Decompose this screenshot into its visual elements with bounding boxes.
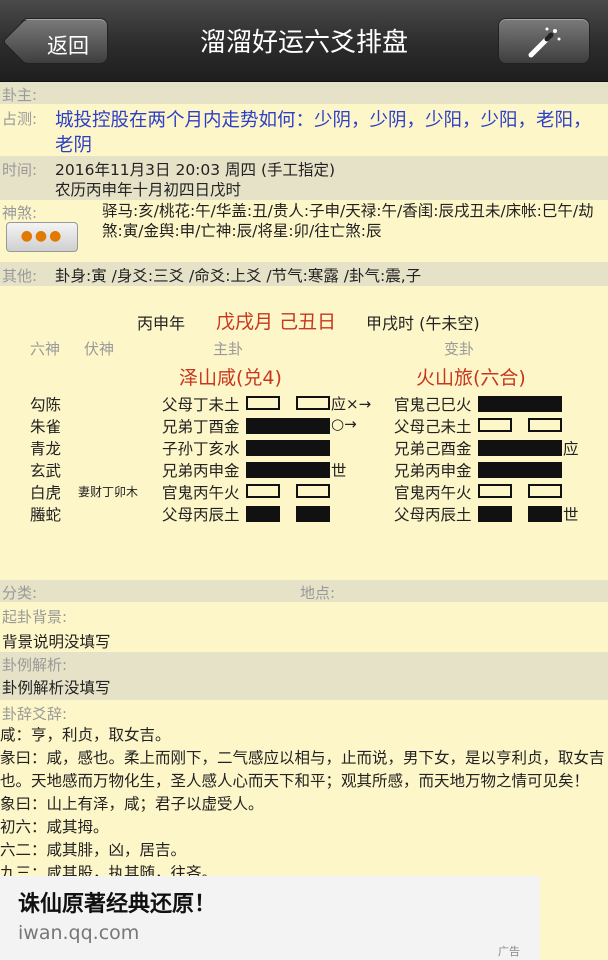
liushen-cell: 青龙 [30,440,62,458]
change-yao-label: 兄弟丙申金 [394,462,472,480]
jiexi-label: 卦例解析: [2,656,68,674]
lunar-value: 农历丙申年十月初四日戊时 [55,181,242,199]
question-text: 城投控股在两个月内走势如何：少阴，少阴，少阳，少阳，老阳，老阴 [55,110,592,156]
change-yao-label: 父母己未土 [394,418,472,436]
col-main: 主卦 [213,340,244,358]
beijing-label: 起卦背景: [2,608,68,626]
main-yao-label: 官鬼丙午火 [162,484,240,502]
col-change: 变卦 [444,340,475,358]
ad-title: 诛仙原著经典还原！ [18,892,217,917]
main-line-yang [246,440,330,456]
main-yao-mark: 世 [331,462,347,480]
main-yao-mark: 应×→ [331,395,372,413]
top-bar: 返回 溜溜好运六爻排盘 [0,0,608,82]
change-line-yin-open [478,418,512,432]
gua-zhu-row: 卦主: [0,82,608,104]
change-line-yang [478,462,562,478]
change-line-yang [478,396,562,412]
main-line-yin-open [246,484,280,498]
didian-label: 地点: [300,584,336,602]
year-pillar: 丙申年 [137,314,186,333]
main-line-yin-open [296,396,330,410]
liushen-cell: 勾陈 [30,396,62,414]
guaci-line: 彖曰：咸，感也。柔上而刚下，二气感应以相与，止而说，男下女，是以亨利贞，取女吉也… [0,749,605,790]
magic-wand-icon [528,27,561,58]
change-yao-label: 官鬼己巳火 [394,396,472,414]
jiexi-value: 卦例解析没填写 [2,679,111,697]
more-button[interactable]: ●●● [6,222,78,252]
main-yao-label: 兄弟丙申金 [162,462,240,480]
other-row: 其他: 卦身:寅 /身爻:三爻 /命爻:上爻 /节气:寒露 /卦气:震,子 [0,262,608,286]
ad-tag-text: 广告 [498,945,520,958]
change-line-yin-open [528,484,562,498]
main-yao-label: 兄弟丁酉金 [162,418,240,436]
guaci-label: 卦辞爻辞: [2,705,68,723]
beijing-label-row: 起卦背景: [0,604,608,626]
liushen-cell: 朱雀 [30,418,62,436]
main-line-yin [246,506,280,522]
jiexi-label-row: 卦例解析: [0,652,608,674]
change-line-yang [478,440,562,456]
guaci-line: 初六：咸其拇。 [0,818,109,836]
jiexi-value-row: 卦例解析没填写 [0,674,608,700]
month-day-pillar: 戊戌月 己丑日 [216,311,337,333]
col-fushen: 伏神 [84,340,115,358]
hour-pillar: 甲戌时 (午未空) [366,314,480,333]
magic-wand-button[interactable] [498,18,590,64]
change-yao-label: 官鬼丙午火 [394,484,472,502]
shensha-row: 神煞: 驿马:亥/桃花:午/华盖:丑/贵人:子申/天禄:午/香闺:辰戌丑未/床帐… [0,200,608,262]
main-yao-label: 父母丁未土 [162,396,240,414]
ad-url: iwan.qq.com [18,922,140,944]
liushen-cell: 玄武 [30,462,62,480]
main-line-yin-open [296,484,330,498]
main-line-yin [296,506,330,522]
guaci-line: 象曰：山上有泽，咸；君子以虚受人。 [0,795,264,813]
fushen-cell: 妻财丁卯木 [78,485,139,499]
guaci-label-row: 卦辞爻辞: [0,702,608,724]
change-line-yin [478,506,512,522]
shensha-value: 驿马:亥/桃花:午/华盖:丑/贵人:子申/天禄:午/香闺:辰戌丑未/床帐:巳午/… [102,202,594,240]
gua-zhu-label: 卦主: [2,86,38,104]
guaci-line: 六二：咸其腓，凶，居吉。 [0,841,187,859]
main-line-yin-open [246,396,280,410]
ad-tag: 广告 [498,943,520,959]
fenlei-label: 分类: [2,584,38,602]
change-gua-name: 火山旅(六合) [416,367,526,389]
change-yao-label: 兄弟己酉金 [394,440,472,458]
beijing-value: 背景说明没填写 [2,633,111,651]
other-value: 卦身:寅 /身爻:三爻 /命爻:上爻 /节气:寒露 /卦气:震,子 [55,267,422,285]
change-line-yin-open [478,484,512,498]
change-yao-label: 父母丙辰土 [394,506,472,524]
main-yao-label: 子孙丁亥水 [162,440,240,458]
zhan-ce-label: 占测: [2,110,38,128]
main-yao-mark: ○→ [331,415,357,433]
change-line-yin-open [528,418,562,432]
guaci-line: 咸：亨，利贞，取女吉。 [0,726,171,744]
change-line-yin [528,506,562,522]
time-label: 时间: [2,161,38,179]
liushen-cell: 白虎 [30,484,62,502]
change-yao-mark: 世 [563,506,579,524]
time-value: 2016年11月3日 20:03 周四 (手工指定) [55,161,336,179]
main-gua-name: 泽山咸(兑4) [179,367,282,389]
change-yao-mark: 应 [563,440,579,458]
main-line-yang [246,418,330,434]
other-label: 其他: [2,267,38,285]
fenlei-row: 分类: 地点: [0,580,608,602]
shensha-label: 神煞: [2,204,38,222]
col-liushen: 六神 [30,340,61,358]
beijing-value-row: 背景说明没填写 [0,628,608,652]
main-yao-label: 父母丙辰土 [162,506,240,524]
guaci-text: 咸：亨，利贞，取女吉。 彖曰：咸，感也。柔上而刚下，二气感应以相与，止而说，男下… [0,724,606,885]
liushen-cell: 螣蛇 [30,506,62,524]
time-row: 时间: 2016年11月3日 20:03 周四 (手工指定) 农历丙申年十月初四… [0,156,608,200]
ad-banner[interactable]: 诛仙原著经典还原！ iwan.qq.com [0,876,540,960]
question-row: 占测: 城投控股在两个月内走势如何：少阴，少阴，少阳，少阳，老阳，老阴 [0,104,608,156]
main-line-yang [246,462,330,478]
